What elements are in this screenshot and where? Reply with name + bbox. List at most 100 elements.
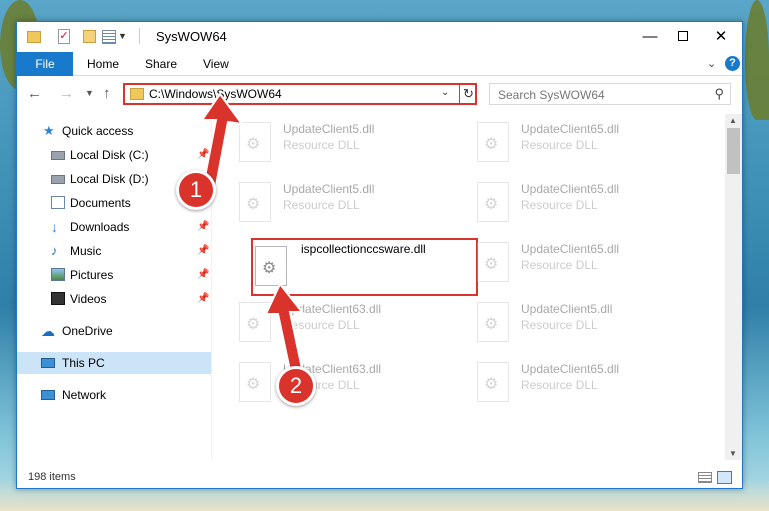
- background-foliage: [745, 0, 769, 120]
- search-icon[interactable]: ⚲: [714, 86, 724, 102]
- refresh-icon[interactable]: ↻: [459, 85, 477, 103]
- folder-icon: [130, 88, 144, 100]
- forward-arrow-icon[interactable]: →: [59, 85, 74, 102]
- folder-icon: [27, 31, 41, 43]
- sidebar-item-label: Documents: [70, 196, 131, 210]
- status-bar: 198 items: [17, 467, 742, 489]
- pc-icon: [41, 358, 55, 368]
- music-icon: ♪: [51, 243, 58, 258]
- sidebar-item-music[interactable]: ♪ Music 📌: [17, 240, 211, 262]
- tab-share[interactable]: Share: [145, 52, 177, 76]
- vertical-scrollbar[interactable]: ▲ ▼: [725, 114, 742, 460]
- sidebar-item-pictures[interactable]: Pictures 📌: [17, 264, 211, 286]
- pin-icon: 📌: [197, 245, 210, 256]
- dll-file-icon: ⚙: [477, 182, 509, 222]
- file-name: UpdateClient5.dll: [283, 182, 375, 196]
- dll-file-icon: ⚙: [477, 302, 509, 342]
- sidebar-item-label: Downloads: [70, 220, 130, 234]
- dll-file-icon: ⚙: [477, 242, 509, 282]
- tab-home[interactable]: Home: [87, 52, 119, 76]
- scroll-up-icon[interactable]: ▲: [729, 116, 737, 125]
- properties-check-icon[interactable]: ✓: [58, 29, 70, 44]
- large-icons-view-icon[interactable]: [717, 471, 732, 484]
- navigation-bar: ← → ▼ ↑ C:\Windows\SysWOW64 ⌄ ↻ Search S…: [17, 78, 742, 110]
- maximize-icon: [678, 31, 688, 41]
- videos-icon: [51, 292, 65, 305]
- window-title: SysWOW64: [156, 29, 227, 44]
- file-type: Resource DLL: [521, 198, 598, 212]
- file-type: Resource DLL: [521, 318, 598, 332]
- step-badge-1: 1: [176, 170, 216, 210]
- file-type: Resource DLL: [521, 378, 598, 392]
- sidebar-item-quick-access[interactable]: ★ Quick access: [17, 120, 211, 142]
- address-dropdown-icon[interactable]: ⌄: [441, 87, 449, 98]
- up-arrow-icon[interactable]: ↑: [103, 85, 111, 102]
- file-name: ispcollectionccsware.dll: [301, 242, 426, 256]
- pin-icon: 📌: [197, 221, 210, 232]
- file-name: UpdateClient65.dll: [521, 362, 620, 376]
- scroll-down-icon[interactable]: ▼: [729, 449, 737, 458]
- title-separator: [139, 28, 140, 44]
- tab-view[interactable]: View: [203, 52, 229, 76]
- sidebar-item-label: Local Disk (D:): [70, 172, 149, 186]
- navigation-pane: ★ Quick access Local Disk (C:) 📌 Local D…: [17, 114, 211, 460]
- file-type: Resource DLL: [283, 138, 360, 152]
- file-item[interactable]: ⚙ UpdateClient5.dll Resource DLL: [473, 298, 693, 348]
- pin-icon: 📌: [197, 293, 210, 304]
- sidebar-item-label: Videos: [70, 292, 107, 306]
- sidebar-item-downloads[interactable]: ↓ Downloads 📌: [17, 216, 211, 238]
- close-button[interactable]: ✕: [698, 22, 744, 51]
- ribbon-tabs: File Home Share View ⌄ ?: [17, 51, 742, 76]
- file-name: UpdateClient65.dll: [521, 122, 620, 136]
- quick-access-toolbar-icon[interactable]: [102, 30, 116, 44]
- sidebar-item-label: Network: [62, 388, 107, 402]
- sidebar-item-label: OneDrive: [62, 324, 113, 338]
- tab-file[interactable]: File: [17, 52, 73, 76]
- file-name: UpdateClient5.dll: [521, 302, 613, 316]
- downloads-icon: ↓: [51, 219, 58, 235]
- sidebar-item-label: Music: [70, 244, 102, 258]
- details-view-icon[interactable]: [698, 472, 712, 483]
- sidebar-item-this-pc[interactable]: This PC: [17, 352, 211, 374]
- title-bar: ✓ ▼ SysWOW64 — ✕: [17, 22, 742, 51]
- file-item[interactable]: ⚙ UpdateClient5.dll Resource DLL: [235, 118, 455, 168]
- drive-icon: [51, 175, 65, 184]
- sidebar-item-local-disk-c[interactable]: Local Disk (C:) 📌: [17, 144, 211, 166]
- file-name: UpdateClient65.dll: [521, 182, 620, 196]
- network-icon: [41, 390, 55, 400]
- file-type: Resource DLL: [283, 198, 360, 212]
- sidebar-item-onedrive[interactable]: ☁ OneDrive: [17, 320, 211, 342]
- dll-file-icon: ⚙: [255, 246, 287, 286]
- file-item[interactable]: ⚙ UpdateClient65.dll Resource DLL: [473, 358, 693, 408]
- scrollbar-thumb[interactable]: [727, 128, 740, 174]
- help-icon[interactable]: ?: [725, 56, 740, 71]
- item-count: 198 items: [28, 471, 76, 483]
- documents-icon: [51, 196, 65, 209]
- step-badge-2: 2: [276, 366, 316, 406]
- recent-locations-icon[interactable]: ▼: [85, 88, 94, 98]
- file-type: Resource DLL: [521, 138, 598, 152]
- sidebar-item-network[interactable]: Network: [17, 384, 211, 406]
- address-bar[interactable]: C:\Windows\SysWOW64 ⌄ ↻: [123, 83, 477, 105]
- drive-icon: [51, 151, 65, 160]
- file-name: UpdateClient5.dll: [283, 122, 375, 136]
- file-type: Resource DLL: [521, 258, 598, 272]
- expand-ribbon-icon[interactable]: ⌄: [707, 57, 716, 70]
- onedrive-icon: ☁: [41, 323, 55, 339]
- pin-icon: 📌: [197, 269, 210, 280]
- file-item[interactable]: ⚙ UpdateClient65.dll Resource DLL: [473, 178, 693, 228]
- sidebar-item-label: This PC: [62, 356, 105, 370]
- chevron-down-icon[interactable]: ▼: [118, 31, 127, 47]
- file-item[interactable]: ⚙ UpdateClient65.dll Resource DLL: [473, 118, 693, 168]
- sidebar-item-videos[interactable]: Videos 📌: [17, 288, 211, 310]
- search-input[interactable]: Search SysWOW64: [498, 88, 605, 102]
- search-box[interactable]: Search SysWOW64 ⚲: [489, 83, 731, 105]
- file-item[interactable]: ⚙ UpdateClient65.dll Resource DLL: [473, 238, 693, 288]
- dll-file-icon: ⚙: [477, 362, 509, 402]
- pictures-icon: [51, 268, 65, 281]
- new-folder-icon[interactable]: [83, 30, 96, 43]
- back-arrow-icon[interactable]: ←: [27, 85, 42, 102]
- file-explorer-window: ✓ ▼ SysWOW64 — ✕ File Home Share View ⌄ …: [16, 21, 743, 489]
- file-item[interactable]: ⚙ UpdateClient5.dll Resource DLL: [235, 178, 455, 228]
- sidebar-item-label: Local Disk (C:): [70, 148, 149, 162]
